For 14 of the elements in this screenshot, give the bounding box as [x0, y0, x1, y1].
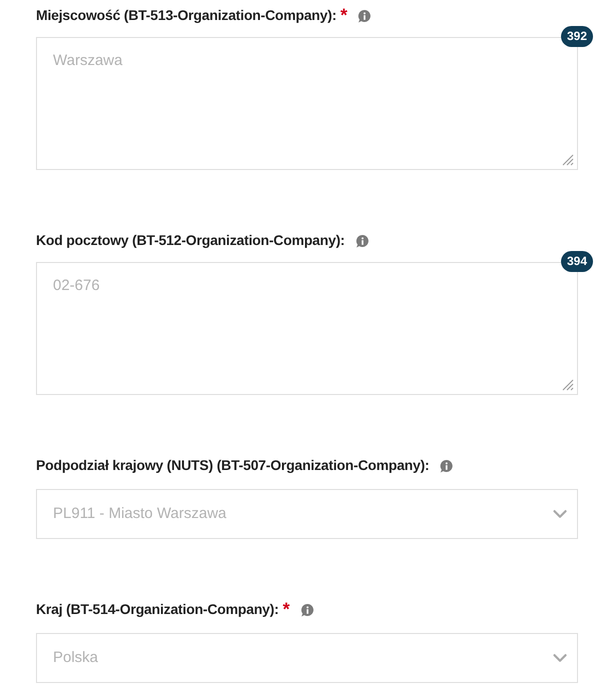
- field-label: Podpodział krajowy (NUTS) (BT-507-Organization-Company):: [36, 456, 430, 475]
- resize-handle-icon[interactable]: [562, 154, 574, 166]
- field-label: Kod pocztowy (BT-512-Organization-Company):: [36, 230, 345, 250]
- info-icon[interactable]: [357, 8, 372, 24]
- info-icon[interactable]: [300, 602, 315, 618]
- character-counter: 394: [560, 251, 593, 272]
- required-mark: *: [340, 6, 348, 24]
- character-counter: 392: [560, 26, 593, 47]
- resize-handle-icon[interactable]: [562, 379, 574, 391]
- field-label: Miejscowość (BT-513-Organization-Company):: [36, 6, 336, 25]
- info-icon[interactable]: [354, 234, 370, 248]
- field-label: Kraj (BT-514-Organization-Company):: [36, 600, 279, 619]
- required-mark: *: [282, 600, 290, 618]
- info-icon[interactable]: [439, 458, 454, 474]
